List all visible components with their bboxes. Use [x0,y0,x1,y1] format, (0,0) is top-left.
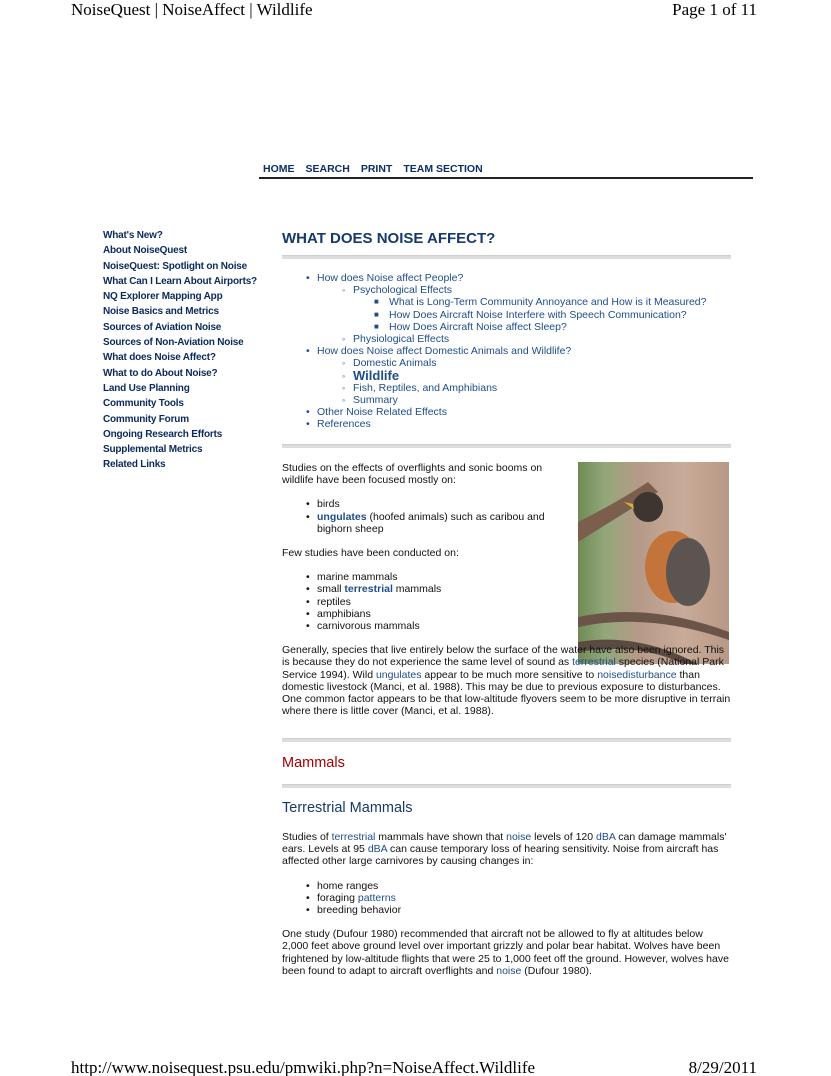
toc-item[interactable]: How Does Aircraft Noise Interfere with S… [282,309,731,321]
list-item-text: foraging [317,891,358,904]
nav-print[interactable]: PRINT [361,163,393,175]
toc-item[interactable]: Psychological Effects [282,284,731,296]
toc-item[interactable]: How does Noise affect Domestic Animals a… [282,345,731,357]
page-title: WHAT DOES NOISE AFFECT? [282,230,496,247]
nav-search[interactable]: SEARCH [306,163,350,175]
terrestrial-section: Studies of terrestrial mammals have show… [282,831,731,977]
patterns-link[interactable]: patterns [358,892,396,904]
list-item: marine mammals [282,571,731,583]
list-item: reptiles [282,596,731,608]
noise-disturbance-link[interactable]: noisedisturbance [597,669,676,681]
sidebar-item[interactable]: Community Forum [103,414,257,429]
toc-item[interactable]: Fish, Reptiles, and Amphibians [282,382,731,394]
toc-item[interactable]: How Does Aircraft Noise affect Sleep? [282,321,731,333]
sidebar-item[interactable]: About NoiseQuest [103,245,257,260]
nav-team-section[interactable]: TEAM SECTION [403,163,482,175]
text: levels of 120 [531,831,597,843]
list-item: foraging patterns [282,892,731,904]
ungulates-link[interactable]: ungulates [376,669,422,681]
toc-list: How does Noise affect People? Psychologi… [282,272,731,431]
terrestrial-link[interactable]: terrestrial [344,583,392,595]
toc-item[interactable]: References [282,418,731,430]
divider [282,255,731,259]
toc-item[interactable]: How does Noise affect People? [282,272,731,284]
text: mammals have shown that [375,831,507,843]
sidebar-item[interactable]: Related Links [103,459,257,474]
sidebar-item[interactable]: Ongoing Research Efforts [103,429,257,444]
noise-link[interactable]: noise [506,831,531,843]
terrestrial-mammals-heading: Terrestrial Mammals [282,800,413,816]
intro-paragraph: Studies on the effects of overflights an… [282,462,543,487]
print-footer-url: http://www.noisequest.psu.edu/pmwiki.php… [71,1058,536,1076]
toc-item[interactable]: What is Long-Term Community Annoyance an… [282,296,731,308]
sidebar-item[interactable]: NoiseQuest: Spotlight on Noise [103,261,257,276]
top-nav: HOME SEARCH PRINT TEAM SECTION [263,163,494,175]
sidebar-item[interactable]: What's New? [103,230,257,245]
list-item-text: mammals [392,583,442,596]
list-item: small terrestrial mammals [282,583,731,595]
toc-item[interactable]: Physiological Effects [282,333,731,345]
article-body: Studies on the effects of overflights an… [282,462,731,717]
toc-item[interactable]: Other Noise Related Effects [282,406,731,418]
list-item: amphibians [282,608,731,620]
sidebar-item[interactable]: Supplemental Metrics [103,444,257,459]
print-header-page: Page 1 of 11 [672,0,757,19]
terrestrial-link[interactable]: terrestrial [332,831,376,843]
list-item: breeding behavior [282,904,731,916]
sidebar-item[interactable]: Sources of Non-Aviation Noise [103,337,257,352]
print-header-title: NoiseQuest | NoiseAffect | Wildlife [71,0,313,19]
list-item: ungulates (hoofed animals) such as carib… [282,511,562,535]
terrestrial-link[interactable]: terrestrial [572,656,616,668]
sidebar-item[interactable]: What does Noise Affect? [103,352,257,367]
dba-link[interactable]: dBA [368,843,387,855]
sidebar-item[interactable]: Community Tools [103,398,257,413]
ungulates-link[interactable]: ungulates [317,511,367,523]
sidebar-item[interactable]: What to do About Noise? [103,368,257,383]
list-item: birds [282,498,731,510]
sidebar-item[interactable]: Sources of Aviation Noise [103,322,257,337]
sidebar-item[interactable]: Noise Basics and Metrics [103,306,257,321]
list-item: carnivorous mammals [282,620,731,632]
nav-home[interactable]: HOME [263,163,295,175]
sidebar: What's New? About NoiseQuest NoiseQuest:… [103,230,257,475]
noise-link[interactable]: noise [496,965,521,977]
dufour-paragraph: One study (Dufour 1980) recommended that… [282,928,731,977]
toc-item[interactable]: Summary [282,394,731,406]
print-footer-date: 8/29/2011 [688,1058,757,1076]
few-paragraph: Few studies have been conducted on: [282,547,459,560]
dba-link[interactable]: dBA [596,831,615,843]
text: (Dufour 1980). [521,964,592,977]
text: appear to be much more sensitive to [421,668,598,681]
toc-item[interactable]: Domestic Animals [282,357,731,369]
sidebar-item[interactable]: Land Use Planning [103,383,257,398]
text: Studies of [282,831,332,843]
generally-paragraph: Generally, species that live entirely be… [282,644,731,717]
list-item-text: small [317,583,345,596]
divider [282,738,731,742]
divider [282,444,731,448]
mammals-heading: Mammals [282,755,345,771]
sidebar-item[interactable]: NQ Explorer Mapping App [103,291,257,306]
page: NoiseQuest | NoiseAffect | Wildlife Page… [0,0,831,1076]
divider [282,784,731,788]
list-item: home ranges [282,880,731,892]
toc-item-current[interactable]: Wildlife [282,369,731,383]
nav-divider [259,177,753,179]
sidebar-item[interactable]: What Can I Learn About Airports? [103,276,257,291]
terrestrial-paragraph: Studies of terrestrial mammals have show… [282,831,731,868]
